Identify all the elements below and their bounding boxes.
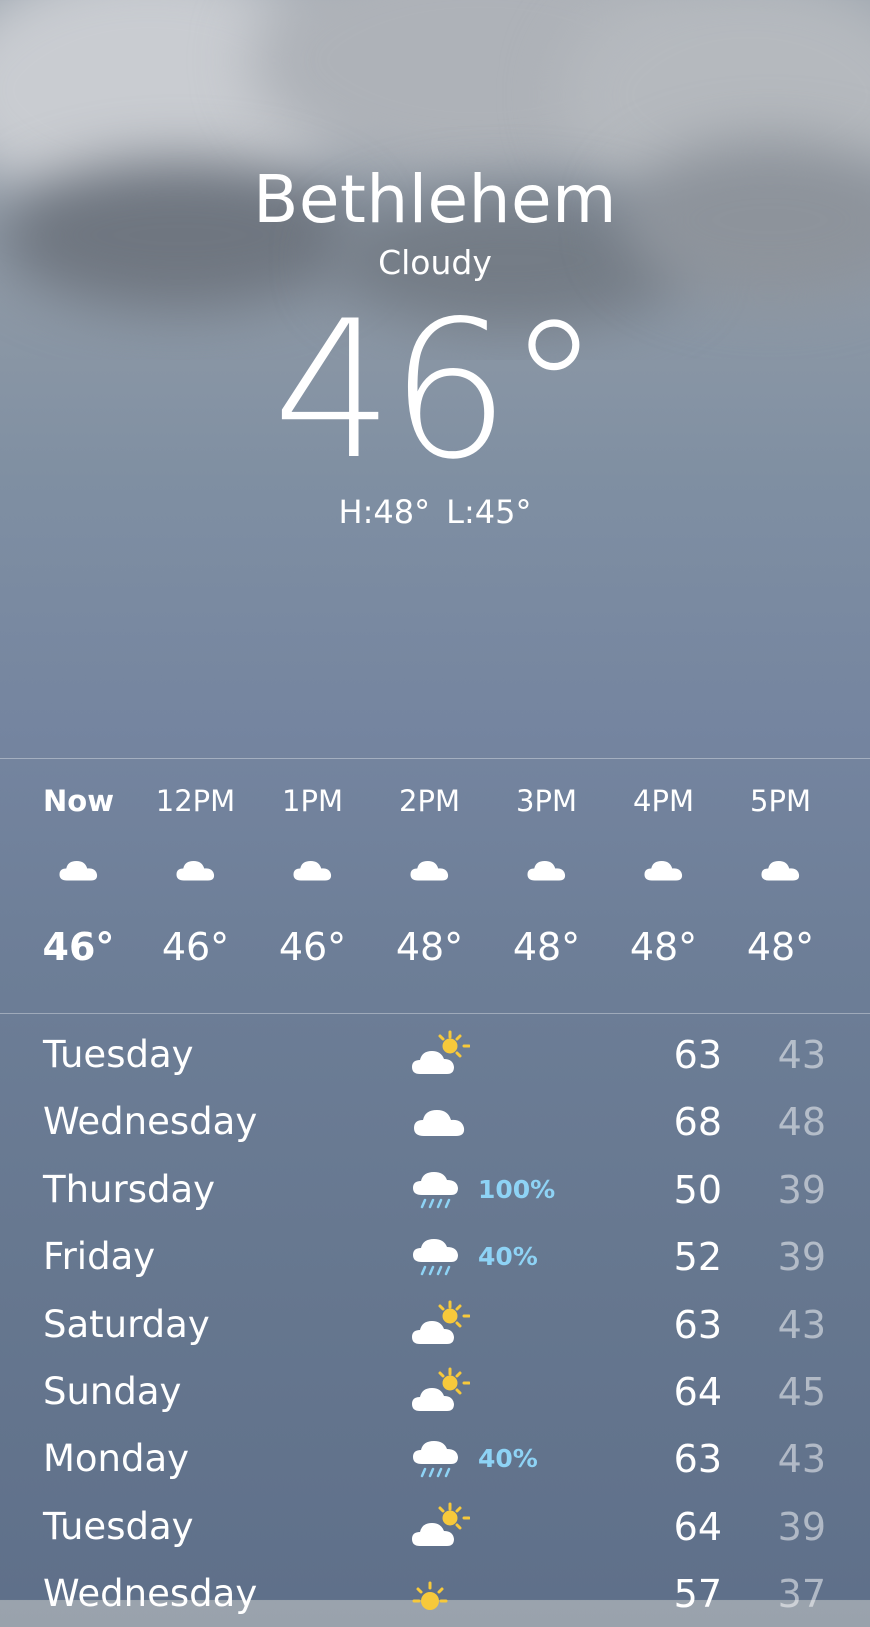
day-name: Tuesday — [43, 1504, 194, 1548]
rain-icon — [410, 1165, 470, 1215]
hourly-time: 1PM — [282, 784, 343, 818]
city-name: Bethlehem — [253, 161, 617, 238]
day-low: 43 — [777, 1033, 826, 1077]
current-condition: Cloudy — [378, 243, 492, 282]
day-low: 45 — [777, 1369, 826, 1414]
day-low: 39 — [777, 1235, 826, 1280]
rain-icon — [410, 1232, 470, 1282]
hourly-item: 5PM 48° — [722, 759, 839, 971]
hourly-time: 3PM — [516, 784, 577, 818]
day-high: 63 — [673, 1033, 722, 1077]
day-name: Monday — [43, 1437, 190, 1481]
day-high: 52 — [673, 1235, 722, 1280]
day-high: 57 — [673, 1572, 722, 1617]
day-low: 39 — [777, 1167, 826, 1212]
low-temperature: L:45° — [446, 493, 532, 531]
hourly-item: 1PM 46° — [254, 759, 371, 971]
daily-row[interactable]: Tuesday 64 39 — [0, 1492, 870, 1559]
day-low: 39 — [777, 1504, 826, 1549]
day-high: 64 — [673, 1369, 722, 1414]
hourly-temperature: 4 — [839, 923, 870, 971]
day-low: 48 — [777, 1100, 826, 1145]
day-name: Friday — [43, 1235, 156, 1279]
high-temperature: H:48° — [338, 493, 431, 531]
day-high: 68 — [673, 1100, 722, 1145]
hourly-forecast[interactable]: Now 46° 12PM 46° 1PM 46° 2PM 48° 3PM 48° 4PM 48° 5PM… — [0, 758, 870, 1014]
cloud-icon — [56, 855, 102, 885]
precipitation-chance: 100% — [478, 1174, 556, 1204]
daily-row[interactable]: Friday 40% 52 39 — [0, 1222, 870, 1289]
partly-sunny-icon — [410, 1030, 471, 1080]
hourly-time: 6 — [839, 781, 870, 821]
precipitation-chance: 40% — [478, 1242, 538, 1272]
hourly-temperature: 48° — [395, 925, 464, 969]
hourly-time: 4PM — [633, 784, 694, 818]
hourly-temperature: 48° — [512, 925, 581, 969]
day-name: Saturday — [43, 1302, 210, 1346]
cloud-icon — [407, 855, 453, 885]
day-high: 63 — [673, 1302, 722, 1347]
hourly-item: 2PM 48° — [371, 759, 488, 971]
daily-forecast[interactable]: Tuesday 63 43 Wednesday 68 48 Thursday 100% 50 39… — [0, 1020, 870, 1627]
hourly-temperature: 48° — [746, 925, 815, 969]
cloud-icon — [410, 1097, 470, 1147]
hourly-item: 4PM 48° — [605, 759, 722, 971]
sun-icon — [410, 1569, 470, 1619]
partly-sunny-icon — [410, 1367, 471, 1417]
high-low: H:48° L:45° — [0, 492, 870, 532]
hourly-time: Now — [43, 784, 114, 818]
day-name: Wednesday — [43, 1572, 258, 1616]
rain-icon — [410, 1434, 470, 1484]
hourly-time: 12PM — [155, 784, 236, 818]
current-weather: Bethlehem Cloudy 46° H:48° L:45° — [0, 160, 870, 532]
daily-row[interactable]: Wednesday 68 48 — [0, 1087, 870, 1154]
hourly-time: 5PM — [750, 784, 811, 818]
hourly-temperature: 46° — [161, 925, 230, 969]
day-low: 43 — [777, 1437, 826, 1482]
day-high: 63 — [673, 1437, 722, 1482]
day-name: Tuesday — [43, 1033, 194, 1076]
cloud-icon — [524, 855, 570, 885]
cloud-icon — [290, 855, 336, 885]
day-high: 50 — [673, 1167, 722, 1212]
daily-row[interactable]: Saturday 63 43 — [0, 1290, 870, 1357]
hourly-temperature: 48° — [629, 925, 698, 969]
current-temperature: 46° — [272, 280, 602, 501]
day-name: Thursday — [43, 1167, 216, 1211]
daily-row[interactable]: Wednesday 57 37 — [0, 1559, 870, 1626]
hourly-time: 2PM — [399, 784, 460, 818]
day-low: 37 — [777, 1572, 826, 1617]
precipitation-chance: 40% — [478, 1444, 538, 1474]
day-name: Sunday — [43, 1369, 182, 1413]
daily-row[interactable]: Tuesday 63 43 — [0, 1020, 870, 1087]
partly-sunny-icon — [410, 1502, 471, 1552]
hourly-temperature: 46° — [42, 925, 115, 969]
day-high: 64 — [673, 1504, 722, 1549]
hourly-item: 3PM 48° — [488, 759, 605, 971]
daily-row[interactable]: Thursday 100% 50 39 — [0, 1155, 870, 1222]
day-low: 43 — [777, 1302, 826, 1347]
cloud-icon — [641, 855, 687, 885]
hourly-item: Now 46° — [20, 759, 137, 971]
hourly-temperature: 46° — [278, 925, 347, 969]
hourly-item: 64 — [839, 759, 870, 971]
cloud-icon — [173, 855, 219, 885]
daily-row[interactable]: Sunday 64 45 — [0, 1357, 870, 1424]
day-name: Wednesday — [43, 1100, 258, 1144]
cloud-icon — [758, 855, 804, 885]
partly-sunny-icon — [410, 1300, 471, 1350]
hourly-item: 12PM 46° — [137, 759, 254, 971]
daily-row[interactable]: Monday 40% 63 43 — [0, 1424, 870, 1491]
